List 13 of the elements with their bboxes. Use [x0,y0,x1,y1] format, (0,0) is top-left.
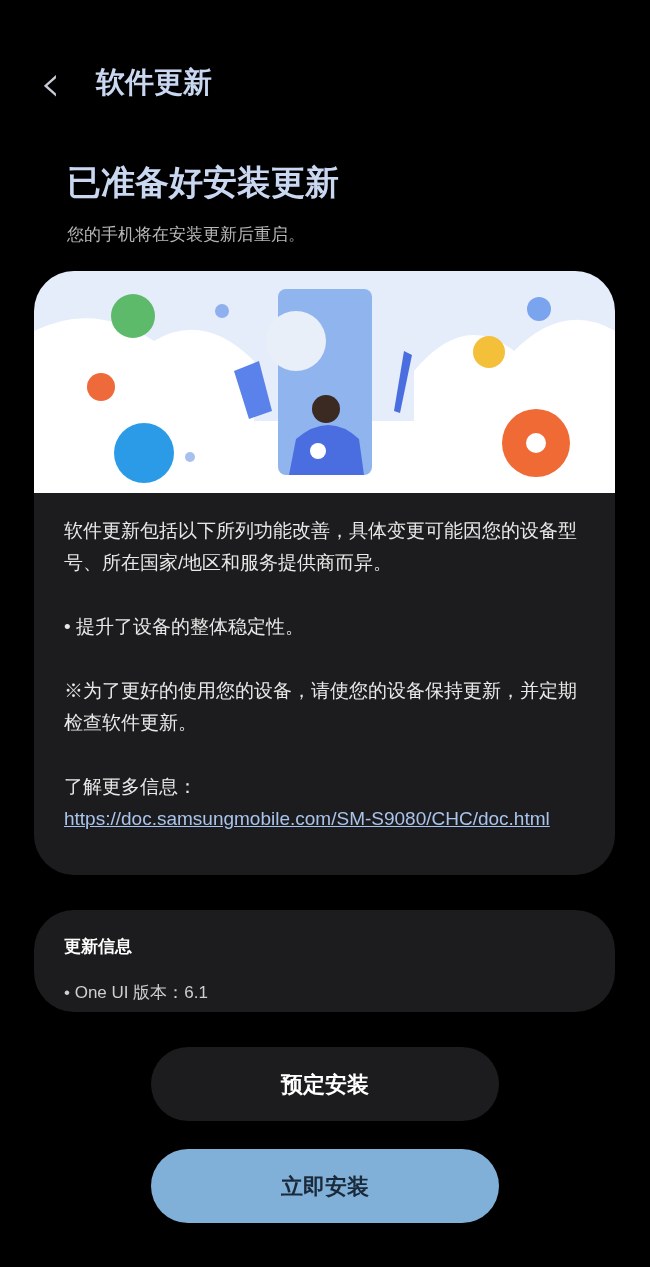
documentation-link[interactable]: https://doc.samsungmobile.com/SM-S9080/CHC/doc.html [64,803,585,835]
update-info-item: • One UI 版本：6.1 [64,981,209,1004]
subtitle: 您的手机将在安装更新后重启。 [67,223,306,246]
release-note-text: • 提升了设备的整体稳定性。 [64,615,305,639]
page-title: 软件更新 [96,64,212,100]
more-info-label: 了解更多信息： [64,775,198,799]
release-note-text: ※为了更好的使用您的设备，请使您的设备保持更新，并定期检查软件更新。 [64,679,578,735]
schedule-install-button[interactable]: 预定安装 [151,1047,499,1121]
release-note-text: 软件更新包括以下所列功能改善，具体变更可能因您的设备型号、所在国家/地区和服务提供商而异。 [64,519,578,575]
install-now-button[interactable]: 立即安装 [151,1149,499,1223]
update-info-title: 更新信息 [64,936,133,958]
back-icon[interactable]: ‹ [40,56,72,109]
heading: 已准备好安装更新 [67,162,340,203]
